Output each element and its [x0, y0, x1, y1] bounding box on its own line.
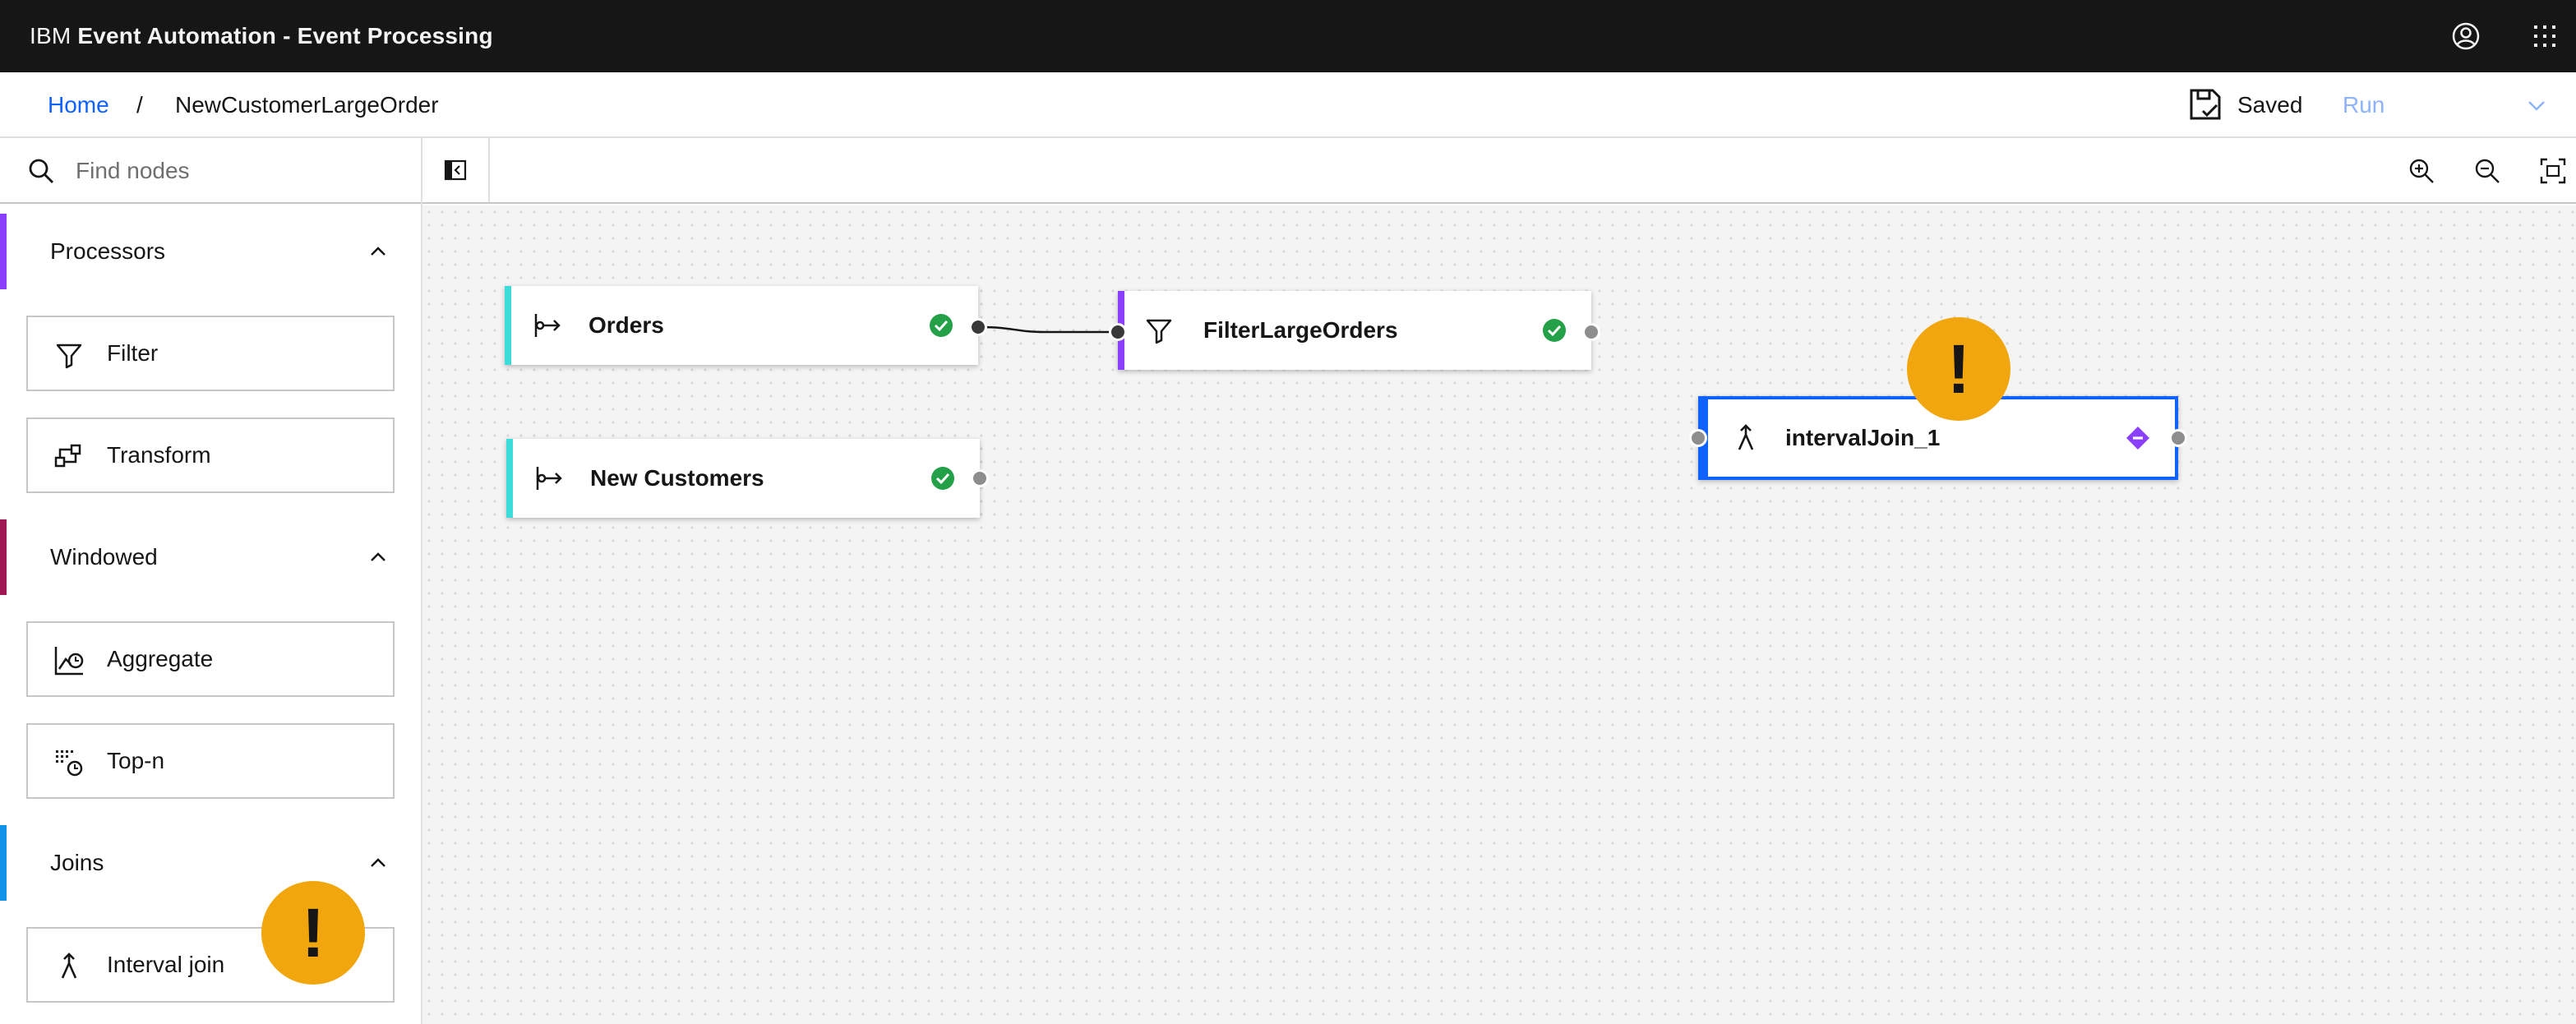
- section-joins[interactable]: Joins: [0, 825, 421, 901]
- section-accent: [0, 214, 7, 289]
- zoom-in-icon[interactable]: [2403, 153, 2440, 189]
- run-dropdown[interactable]: Run: [2329, 81, 2568, 130]
- run-label: Run: [2343, 92, 2385, 118]
- check-circle-icon: [929, 313, 953, 338]
- search-icon: [26, 156, 56, 186]
- filter-icon: [51, 337, 87, 373]
- top-header: IBM Event Automation - Event Processing: [0, 0, 2576, 72]
- brand-prefix: IBM: [30, 23, 72, 48]
- filter-icon: [1141, 312, 1177, 348]
- section-accent: [0, 825, 7, 901]
- canvas-toolbar: [422, 138, 2576, 204]
- breadcrumb-current-flow: NewCustomerLargeOrder: [175, 92, 439, 118]
- check-circle-icon: [1542, 318, 1567, 343]
- palette-item-transform[interactable]: Transform: [26, 417, 395, 493]
- section-title: Windowed: [50, 544, 158, 570]
- palette-item-filter[interactable]: Filter: [26, 316, 395, 391]
- saved-status: Saved: [2237, 92, 2303, 118]
- node-new-customers[interactable]: New Customers: [506, 439, 980, 518]
- event-source-icon: [529, 460, 566, 496]
- warning-icon: !: [1907, 317, 2010, 421]
- breadcrumb-separator: /: [136, 92, 143, 118]
- output-port[interactable]: [2169, 429, 2187, 447]
- palette-item-top-n[interactable]: Top-n: [26, 723, 395, 799]
- section-windowed[interactable]: Windowed: [0, 519, 421, 595]
- node-accent: [505, 286, 511, 365]
- brand-name: Event Automation - Event Processing: [77, 23, 493, 48]
- interval-join-icon: [1728, 420, 1764, 456]
- palette-item-label: Top-n: [107, 748, 165, 773]
- palette-item-label: Transform: [107, 442, 211, 468]
- flow-canvas[interactable]: Orders New Customers FilterLargeOrders i…: [422, 205, 2576, 1024]
- section-processors[interactable]: Processors: [0, 214, 421, 289]
- top-n-icon: [51, 745, 87, 781]
- breadcrumb-bar: Home / NewCustomerLargeOrder Saved Run: [0, 72, 2576, 138]
- output-port[interactable]: [971, 469, 989, 487]
- palette-item-label: Aggregate: [107, 646, 214, 671]
- palette-item-label: Filter: [107, 340, 159, 366]
- section-title: Joins: [50, 850, 104, 875]
- user-avatar-icon[interactable]: [2448, 18, 2484, 54]
- input-port[interactable]: [1109, 323, 1127, 341]
- event-source-icon: [528, 307, 564, 344]
- node-label: Orders: [589, 312, 664, 338]
- warning-icon: !: [261, 881, 365, 985]
- chevron-down-icon: [2523, 92, 2550, 118]
- node-label: New Customers: [590, 465, 764, 491]
- zoom-out-icon[interactable]: [2469, 153, 2505, 189]
- breadcrumb-home-link[interactable]: Home: [48, 72, 109, 138]
- chevron-up-icon[interactable]: [365, 238, 391, 265]
- aggregate-icon: [51, 643, 87, 679]
- input-port[interactable]: [1689, 429, 1707, 447]
- section-title: Processors: [50, 238, 166, 264]
- incomplete-diamond-icon: [2126, 426, 2150, 450]
- fit-to-screen-icon[interactable]: [2535, 153, 2571, 189]
- saved-icon: [2186, 85, 2224, 123]
- transform-icon: [51, 439, 87, 475]
- app-switcher-icon[interactable]: [2527, 18, 2563, 54]
- interval-join-icon: [51, 948, 87, 985]
- chevron-up-icon[interactable]: [365, 850, 391, 876]
- node-palette: Processors Filter Transform Windowed Agg…: [0, 138, 422, 1024]
- node-accent: [506, 439, 513, 518]
- palette-item-label: Interval join: [107, 952, 225, 977]
- chevron-up-icon[interactable]: [365, 544, 391, 570]
- section-accent: [0, 519, 7, 595]
- node-label: FilterLargeOrders: [1203, 317, 1398, 343]
- node-search: [0, 138, 421, 204]
- output-port[interactable]: [1582, 323, 1600, 341]
- output-port[interactable]: [969, 318, 987, 336]
- warning-symbol: !: [302, 894, 325, 971]
- node-filter-large-orders[interactable]: FilterLargeOrders: [1118, 291, 1591, 370]
- warning-symbol: !: [1947, 330, 1970, 408]
- collapse-panel-icon[interactable]: [422, 138, 490, 202]
- check-circle-icon: [930, 466, 955, 491]
- node-label: intervalJoin_1: [1785, 425, 1941, 450]
- node-orders[interactable]: Orders: [505, 286, 978, 365]
- product-name[interactable]: IBM Event Automation - Event Processing: [30, 0, 493, 72]
- find-nodes-input[interactable]: [74, 150, 403, 192]
- palette-item-aggregate[interactable]: Aggregate: [26, 621, 395, 697]
